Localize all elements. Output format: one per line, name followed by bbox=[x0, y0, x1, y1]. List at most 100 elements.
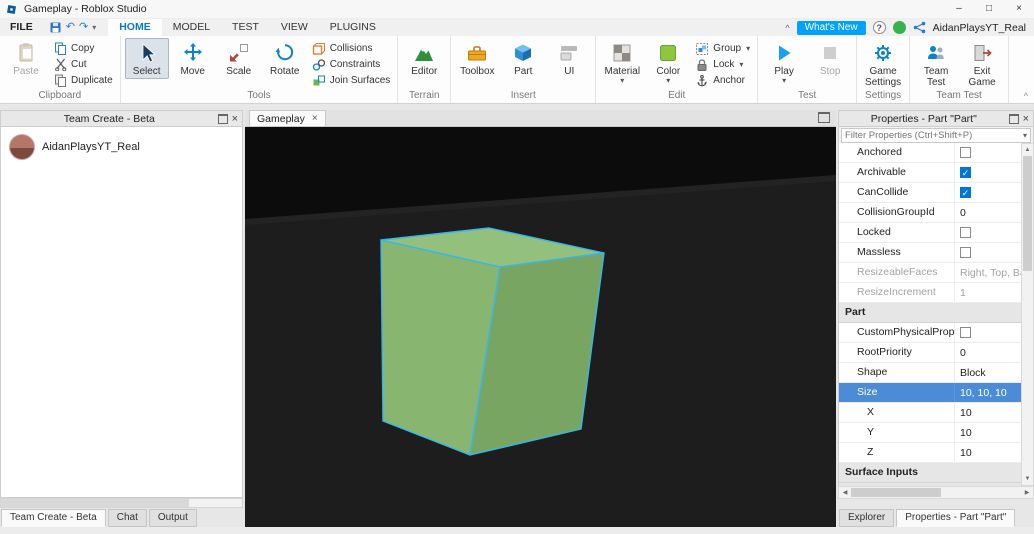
3d-viewport[interactable] bbox=[245, 127, 836, 527]
tab-plugins[interactable]: PLUGINS bbox=[319, 19, 387, 36]
property-value[interactable]: 0 bbox=[955, 203, 1021, 222]
scroll-down-icon[interactable]: ▼ bbox=[1025, 473, 1031, 485]
terrain-editor-button[interactable]: Editor bbox=[402, 38, 446, 79]
tab-home[interactable]: HOME bbox=[108, 19, 162, 36]
cut-button[interactable]: Cut bbox=[50, 57, 116, 72]
property-row[interactable]: ResizeableFacesRight, Top, Back... bbox=[839, 263, 1021, 283]
scale-button[interactable]: Scale bbox=[217, 38, 261, 79]
property-row[interactable]: ShapeBlock bbox=[839, 363, 1021, 383]
viewport-dock-icon[interactable] bbox=[818, 112, 830, 123]
rotate-button[interactable]: Rotate bbox=[263, 38, 307, 79]
collisions-button[interactable]: Collisions bbox=[309, 41, 394, 56]
property-value[interactable]: 10 bbox=[955, 443, 1021, 462]
property-section[interactable]: Part bbox=[839, 303, 1021, 323]
property-checkbox[interactable] bbox=[960, 227, 971, 238]
tab-test[interactable]: TEST bbox=[221, 19, 270, 36]
group-button[interactable]: Group ▾ bbox=[692, 41, 753, 56]
paste-button[interactable]: Paste bbox=[4, 38, 48, 79]
stop-button[interactable]: Stop bbox=[808, 38, 852, 79]
property-value[interactable]: 10 bbox=[955, 403, 1021, 422]
tab-view[interactable]: VIEW bbox=[270, 19, 319, 36]
game-settings-button[interactable]: Game Settings bbox=[861, 38, 905, 90]
tab-properties[interactable]: Properties - Part "Part" bbox=[896, 509, 1015, 527]
properties-hscrollbar[interactable]: ◀ ▶ bbox=[838, 486, 1034, 499]
toolbox-button[interactable]: Toolbox bbox=[455, 38, 499, 79]
property-row[interactable]: ResizeIncrement1 bbox=[839, 283, 1021, 303]
scrollbar-thumb[interactable] bbox=[1023, 156, 1032, 271]
property-row[interactable]: CollisionGroupId0 bbox=[839, 203, 1021, 223]
tab-output[interactable]: Output bbox=[149, 509, 197, 527]
close-panel-icon[interactable]: × bbox=[232, 114, 238, 124]
property-value[interactable]: 10 bbox=[955, 423, 1021, 442]
property-row[interactable]: Y10 bbox=[839, 423, 1021, 443]
save-icon[interactable] bbox=[49, 21, 62, 34]
property-value[interactable] bbox=[955, 243, 1021, 262]
scroll-up-icon[interactable]: ▲ bbox=[1025, 144, 1031, 156]
scrollbar-thumb[interactable] bbox=[851, 488, 941, 497]
property-checkbox[interactable] bbox=[960, 247, 971, 258]
property-row[interactable]: CustomPhysicalProperties bbox=[839, 323, 1021, 343]
tab-explorer[interactable]: Explorer bbox=[839, 509, 894, 527]
viewport-tab-gameplay[interactable]: Gameplay × bbox=[249, 110, 326, 126]
filter-properties-input[interactable] bbox=[842, 130, 1023, 141]
properties-vscrollbar[interactable]: ▲ ▼ bbox=[1021, 143, 1034, 486]
property-row[interactable]: Z10 bbox=[839, 443, 1021, 463]
property-value[interactable]: Right, Top, Back... bbox=[955, 263, 1021, 282]
chevron-up-icon[interactable]: ^ bbox=[785, 23, 789, 33]
lock-button[interactable]: Lock ▾ bbox=[692, 57, 753, 72]
constraints-button[interactable]: Constraints bbox=[309, 57, 394, 72]
property-checkbox[interactable] bbox=[960, 147, 971, 158]
material-button[interactable]: Material ▾ bbox=[600, 38, 644, 86]
tab-team-create[interactable]: Team Create - Beta bbox=[1, 509, 106, 527]
property-row[interactable]: Size10, 10, 10 bbox=[839, 383, 1021, 403]
property-row[interactable]: Anchored bbox=[839, 143, 1021, 163]
close-button[interactable]: × bbox=[1004, 0, 1034, 18]
property-checkbox[interactable] bbox=[960, 327, 971, 338]
move-button[interactable]: Move bbox=[171, 38, 215, 79]
redo-icon[interactable]: ↷ bbox=[79, 21, 88, 34]
float-panel-icon[interactable] bbox=[218, 114, 228, 124]
share-icon[interactable] bbox=[913, 21, 926, 34]
property-section[interactable]: Surface Inputs bbox=[839, 463, 1021, 483]
scroll-right-icon[interactable]: ▶ bbox=[1021, 489, 1033, 496]
username-label[interactable]: AidanPlaysYT_Real bbox=[933, 22, 1026, 34]
duplicate-button[interactable]: Duplicate bbox=[50, 73, 116, 88]
property-checkbox[interactable]: ✓ bbox=[960, 167, 971, 178]
select-button[interactable]: Select bbox=[125, 38, 169, 79]
whats-new-button[interactable]: What's New bbox=[797, 21, 866, 35]
property-value[interactable]: 0 bbox=[955, 343, 1021, 362]
property-value[interactable]: Block bbox=[955, 363, 1021, 382]
file-menu[interactable]: FILE bbox=[0, 19, 43, 36]
tab-model[interactable]: MODEL bbox=[162, 19, 221, 36]
color-button[interactable]: Color ▾ bbox=[646, 38, 690, 86]
property-row[interactable]: RootPriority0 bbox=[839, 343, 1021, 363]
join-surfaces-button[interactable]: Join Surfaces bbox=[309, 73, 394, 88]
property-row[interactable]: X10 bbox=[839, 403, 1021, 423]
qat-caret-icon[interactable]: ▾ bbox=[92, 23, 96, 32]
viewport-tab-close-icon[interactable]: × bbox=[312, 113, 318, 124]
team-create-hscrollbar[interactable] bbox=[0, 498, 243, 508]
ui-button[interactable]: UI bbox=[547, 38, 591, 79]
scrollbar-thumb[interactable] bbox=[1, 499, 189, 507]
play-button[interactable]: Play ▾ bbox=[762, 38, 806, 86]
property-value[interactable]: 10, 10, 10 bbox=[955, 383, 1021, 402]
selected-part-cube[interactable] bbox=[381, 228, 604, 455]
property-value[interactable]: ✓ bbox=[955, 163, 1021, 182]
team-create-user-row[interactable]: AidanPlaysYT_Real bbox=[1, 127, 242, 167]
help-icon[interactable]: ? bbox=[873, 21, 886, 34]
copy-button[interactable]: Copy bbox=[50, 41, 116, 56]
property-checkbox[interactable]: ✓ bbox=[960, 187, 971, 198]
property-value[interactable]: 1 bbox=[955, 283, 1021, 302]
minimize-button[interactable]: – bbox=[944, 0, 974, 18]
maximize-button[interactable]: □ bbox=[974, 0, 1004, 18]
property-row[interactable]: Archivable✓ bbox=[839, 163, 1021, 183]
team-test-button[interactable]: Team Test bbox=[914, 38, 958, 90]
property-value[interactable] bbox=[955, 223, 1021, 242]
tab-chat[interactable]: Chat bbox=[108, 509, 147, 527]
close-panel-icon[interactable]: × bbox=[1023, 114, 1029, 124]
property-value[interactable] bbox=[955, 143, 1021, 162]
property-value[interactable] bbox=[955, 323, 1021, 342]
filter-caret-icon[interactable]: ▾ bbox=[1023, 131, 1030, 140]
undo-icon[interactable]: ↶ bbox=[66, 21, 75, 34]
property-row[interactable]: Massless bbox=[839, 243, 1021, 263]
